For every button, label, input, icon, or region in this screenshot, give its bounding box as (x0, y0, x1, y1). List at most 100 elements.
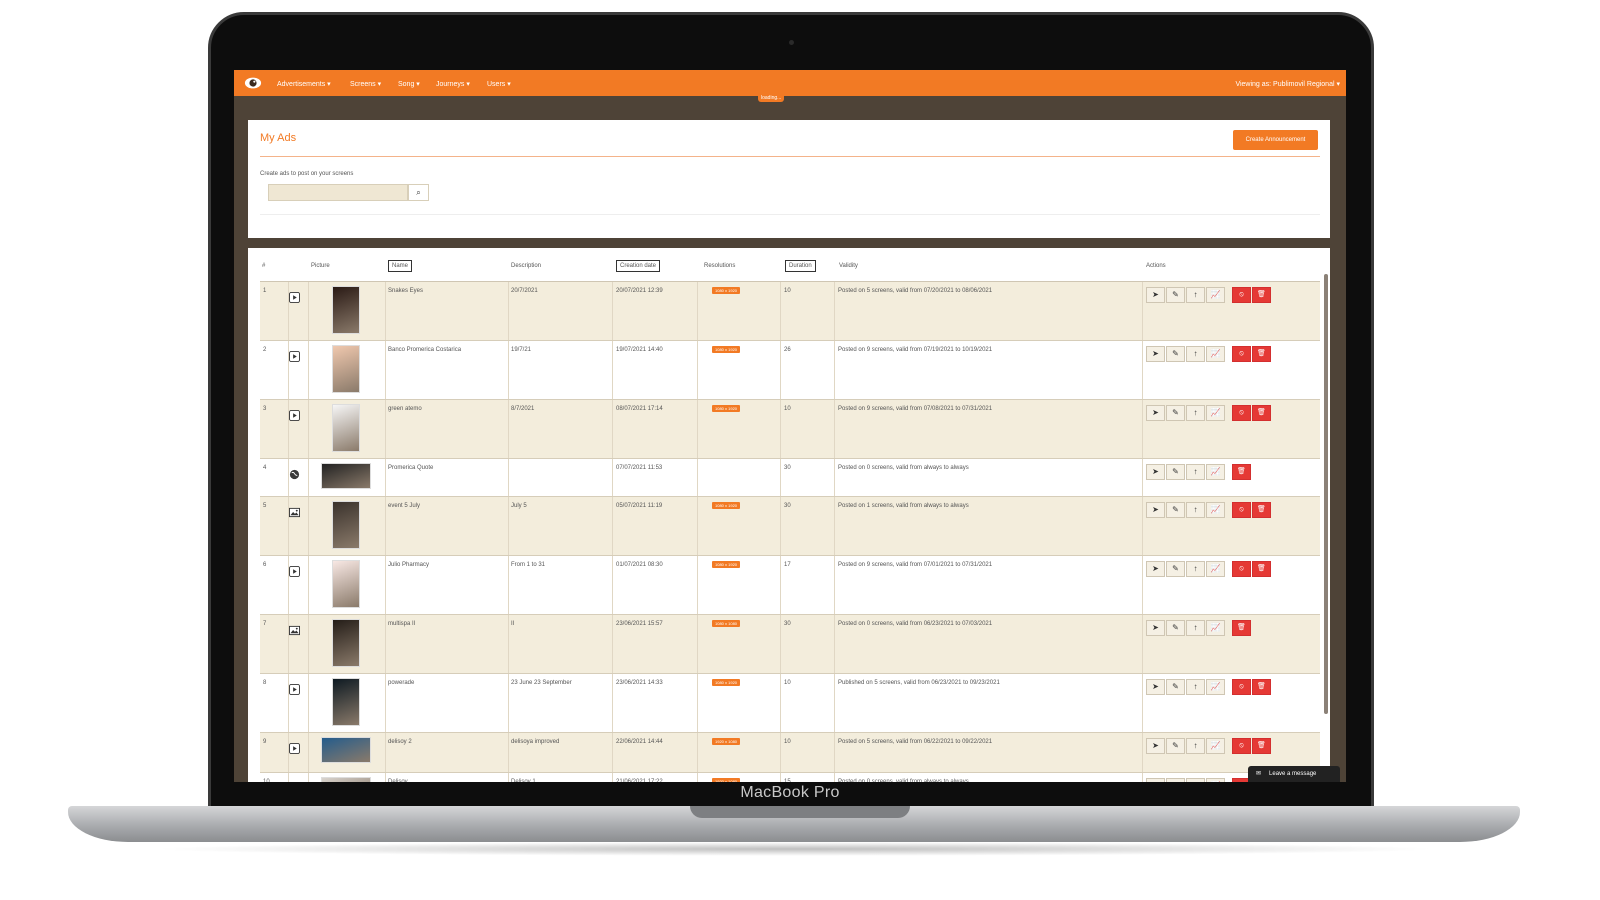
ad-description: July 5 (511, 503, 527, 509)
column-divider (612, 400, 613, 458)
stats-chart-icon[interactable]: 📈 (1206, 287, 1225, 303)
pin-icon[interactable]: ↑ (1186, 738, 1205, 754)
delete-icon[interactable]: 🗑 (1252, 561, 1271, 577)
ad-thumbnail[interactable] (321, 737, 371, 763)
send-icon[interactable]: ➤ (1146, 620, 1165, 636)
column-divider (508, 674, 509, 732)
delete-icon[interactable]: 🗑 (1252, 287, 1271, 303)
send-icon[interactable]: ➤ (1146, 464, 1165, 480)
mail-icon: ✉ (1256, 771, 1262, 777)
stop-icon[interactable]: ⦸ (1232, 561, 1251, 577)
stats-chart-icon[interactable]: 📈 (1206, 778, 1225, 782)
stats-chart-icon[interactable]: 📈 (1206, 405, 1225, 421)
stop-icon[interactable]: ⦸ (1232, 346, 1251, 362)
ad-thumbnail[interactable] (332, 404, 360, 452)
edit-icon[interactable]: ✎ (1166, 502, 1185, 518)
nav-advertisements[interactable]: Advertisements ▾ (277, 80, 331, 88)
pin-icon[interactable]: ↑ (1186, 464, 1205, 480)
header-name[interactable]: Name (388, 260, 413, 272)
globe-icon (289, 467, 300, 480)
stats-chart-icon[interactable]: 📈 (1206, 502, 1225, 518)
send-icon[interactable]: ➤ (1146, 346, 1165, 362)
stop-icon[interactable]: ⦸ (1232, 405, 1251, 421)
ad-thumbnail[interactable] (332, 345, 360, 393)
send-icon[interactable]: ➤ (1146, 561, 1165, 577)
ad-name: Banco Promerica Costarica (388, 347, 462, 353)
nav-user-menu[interactable]: Viewing as: Publimovil Regional ▾ (1235, 80, 1340, 88)
edit-icon[interactable]: ✎ (1166, 464, 1185, 480)
edit-icon[interactable]: ✎ (1166, 778, 1185, 782)
ad-thumbnail[interactable] (332, 678, 360, 726)
send-icon[interactable]: ➤ (1146, 679, 1165, 695)
edit-icon[interactable]: ✎ (1166, 738, 1185, 754)
column-divider (308, 773, 309, 782)
column-divider (385, 674, 386, 732)
edit-icon[interactable]: ✎ (1166, 620, 1185, 636)
pin-icon[interactable]: ↑ (1186, 778, 1205, 782)
video-icon (289, 682, 300, 695)
create-announcement-button[interactable]: Create Announcement (1233, 130, 1318, 150)
column-divider (508, 497, 509, 555)
screen: Advertisements ▾ Screens ▾ Song ▾ Journe… (234, 70, 1346, 782)
stats-chart-icon[interactable]: 📈 (1206, 738, 1225, 754)
nav-users[interactable]: Users ▾ (487, 80, 511, 88)
nav-journeys[interactable]: Journeys ▾ (436, 80, 470, 88)
send-icon[interactable]: ➤ (1146, 502, 1165, 518)
stop-icon[interactable]: ⦸ (1232, 502, 1251, 518)
ad-thumbnail[interactable] (332, 560, 360, 608)
delete-icon[interactable]: 🗑 (1252, 738, 1271, 754)
ad-thumbnail[interactable] (321, 777, 371, 782)
header-duration[interactable]: Duration (785, 260, 816, 272)
pin-icon[interactable]: ↑ (1186, 502, 1205, 518)
ad-validity: Posted on 9 screens, valid from 07/19/20… (838, 347, 993, 353)
delete-icon[interactable]: 🗑 (1232, 620, 1251, 636)
stats-chart-icon[interactable]: 📈 (1206, 561, 1225, 577)
edit-icon[interactable]: ✎ (1166, 346, 1185, 362)
stats-chart-icon[interactable]: 📈 (1206, 464, 1225, 480)
delete-icon[interactable]: 🗑 (1252, 502, 1271, 518)
edit-icon[interactable]: ✎ (1166, 287, 1185, 303)
header-creation-date[interactable]: Creation date (616, 260, 661, 272)
edit-icon[interactable]: ✎ (1166, 405, 1185, 421)
delete-icon[interactable]: 🗑 (1232, 464, 1251, 480)
ad-thumbnail[interactable] (332, 286, 360, 334)
nav-screens[interactable]: Screens ▾ (350, 80, 381, 88)
pin-icon[interactable]: ↑ (1186, 287, 1205, 303)
delete-icon[interactable]: 🗑 (1252, 346, 1271, 362)
pin-icon[interactable]: ↑ (1186, 679, 1205, 695)
stop-icon[interactable]: ⦸ (1232, 738, 1251, 754)
leave-message-button[interactable]: ✉ Leave a message (1248, 766, 1340, 782)
edit-icon[interactable]: ✎ (1166, 679, 1185, 695)
delete-icon[interactable]: 🗑 (1252, 679, 1271, 695)
row-number: 7 (263, 621, 267, 627)
pin-icon[interactable]: ↑ (1186, 620, 1205, 636)
stop-icon[interactable]: ⦸ (1232, 287, 1251, 303)
stop-icon[interactable]: ⦸ (1232, 679, 1251, 695)
edit-icon[interactable]: ✎ (1166, 561, 1185, 577)
stats-chart-icon[interactable]: 📈 (1206, 620, 1225, 636)
ad-thumbnail[interactable] (332, 501, 360, 549)
pin-icon[interactable]: ↑ (1186, 405, 1205, 421)
stats-chart-icon[interactable]: 📈 (1206, 679, 1225, 695)
send-icon[interactable]: ➤ (1146, 405, 1165, 421)
nav-song[interactable]: Song ▾ (398, 80, 420, 88)
pin-icon[interactable]: ↑ (1186, 561, 1205, 577)
header-actions: Actions (1146, 263, 1166, 269)
stats-chart-icon[interactable]: 📈 (1206, 346, 1225, 362)
delete-icon[interactable]: 🗑 (1252, 405, 1271, 421)
search-input[interactable] (268, 184, 408, 201)
ad-creation-date: 23/06/2021 14:33 (616, 680, 663, 686)
ad-duration: 30 (784, 465, 791, 471)
eye-logo-icon[interactable] (244, 74, 262, 92)
send-icon[interactable]: ➤ (1146, 778, 1165, 782)
send-icon[interactable]: ➤ (1146, 287, 1165, 303)
ad-creation-date: 23/06/2021 15:57 (616, 621, 663, 627)
column-divider (834, 773, 835, 782)
search-icon[interactable]: ⌕ (408, 184, 429, 201)
scrollbar[interactable] (1324, 274, 1328, 714)
pin-icon[interactable]: ↑ (1186, 346, 1205, 362)
ad-thumbnail[interactable] (321, 463, 371, 489)
ad-thumbnail[interactable] (332, 619, 360, 667)
send-icon[interactable]: ➤ (1146, 738, 1165, 754)
column-divider (1142, 341, 1143, 399)
